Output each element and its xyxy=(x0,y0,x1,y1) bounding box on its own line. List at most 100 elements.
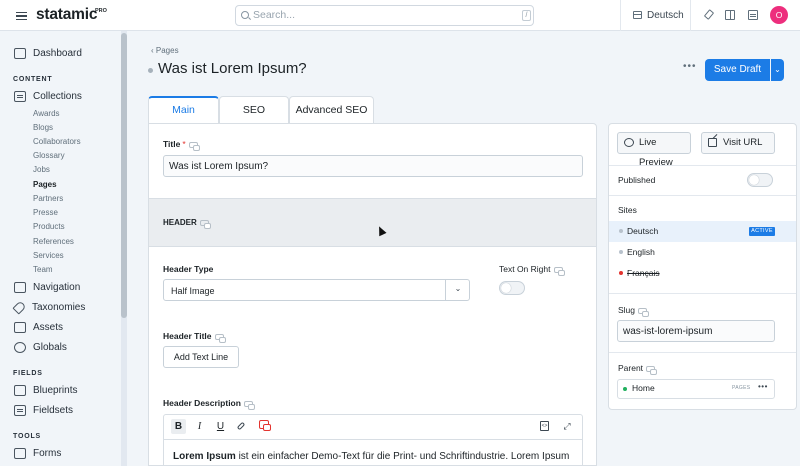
sidebar-subitem-references[interactable]: References xyxy=(33,237,74,246)
sidebar-subitem-jobs[interactable]: Jobs xyxy=(33,165,50,174)
avatar[interactable]: O xyxy=(770,6,788,24)
required-marker: * xyxy=(182,139,186,149)
save-options-button[interactable]: ⌄ xyxy=(771,59,784,81)
sidebar-subitem-team[interactable]: Team xyxy=(33,265,53,274)
slug-label: Slug xyxy=(618,305,650,317)
tag-icon xyxy=(12,299,27,315)
sidebar-subitem-products[interactable]: Products xyxy=(33,222,65,231)
title-input[interactable] xyxy=(163,155,583,177)
external-link-icon xyxy=(708,138,717,147)
sidebar-subitem-services[interactable]: Services xyxy=(33,251,64,260)
header-description-label: Header Description xyxy=(163,398,255,410)
translate-icon xyxy=(188,142,200,151)
visit-url-label: Visit URL xyxy=(723,137,763,148)
expand-icon[interactable]: ⤢ xyxy=(562,421,572,431)
sidebar-subitem-partners[interactable]: Partners xyxy=(33,194,63,203)
tab-advanced-seo[interactable]: Advanced SEO xyxy=(289,96,374,123)
visit-url-button[interactable]: Visit URL xyxy=(701,132,775,154)
header-section-label: HEADER xyxy=(163,218,197,227)
code-icon[interactable]: <> xyxy=(540,421,549,431)
sidebar-item-collections[interactable]: Collections xyxy=(14,89,82,103)
dashboard-icon xyxy=(14,47,26,59)
parent-name: Home xyxy=(632,383,655,393)
active-badge: ACTIVE xyxy=(749,227,775,236)
translate-icon xyxy=(638,308,650,317)
editor-bold-text: Lorem Ipsum xyxy=(173,451,236,462)
docs-book-icon[interactable] xyxy=(725,10,735,20)
translate-icon xyxy=(214,334,226,343)
header-type-value: Half Image xyxy=(171,286,215,296)
underline-button[interactable]: U xyxy=(213,419,228,434)
site-name: English xyxy=(627,247,655,257)
site-row-deutsch[interactable]: Deutsch ACTIVE xyxy=(609,221,796,242)
blueprint-icon xyxy=(14,384,26,396)
editor-text[interactable]: Lorem Ipsum ist ein einfacher Demo-Text … xyxy=(173,451,569,462)
sites-label: Sites xyxy=(618,205,637,215)
site-selector[interactable]: Deutsch xyxy=(647,10,684,21)
parent-more-button[interactable]: ••• xyxy=(758,382,768,391)
site-status-dot xyxy=(619,229,623,233)
text-on-right-toggle[interactable] xyxy=(499,281,525,295)
sidebar-item-label: Navigation xyxy=(33,281,81,293)
sidebar-item-assets[interactable]: Assets xyxy=(14,320,63,334)
site-status-dot xyxy=(619,250,623,254)
menu-toggle-icon[interactable] xyxy=(16,12,27,20)
parent-label-text: Parent xyxy=(618,363,644,373)
sidebar-item-blueprints[interactable]: Blueprints xyxy=(14,383,77,397)
breadcrumb-label: Pages xyxy=(155,46,179,55)
live-preview-button[interactable]: Live Preview xyxy=(617,132,691,168)
sidebar-subitem-presse[interactable]: Presse xyxy=(33,208,58,217)
site-name: Deutsch xyxy=(627,226,659,236)
sidebar-subitem-glossary[interactable]: Glossary xyxy=(33,151,65,160)
translate-icon[interactable] xyxy=(259,420,271,431)
sidebar-item-label: Globals xyxy=(33,341,67,353)
site-icon xyxy=(633,11,642,19)
chevron-down-icon[interactable]: ⌄ xyxy=(445,279,470,301)
title-label-text: Title xyxy=(163,139,181,149)
slug-label-text: Slug xyxy=(618,305,636,315)
site-row-english[interactable]: English xyxy=(609,242,796,263)
tab-seo[interactable]: SEO xyxy=(219,96,289,123)
divider xyxy=(690,0,691,31)
sidebar-subitem-collaborators[interactable]: Collaborators xyxy=(33,137,81,146)
header-title-label: Header Title xyxy=(163,331,226,343)
pin-icon[interactable] xyxy=(702,10,712,20)
sidebar-item-taxonomies[interactable]: Taxonomies xyxy=(12,299,86,315)
page-title: Was ist Lorem Ipsum? xyxy=(158,60,307,77)
tab-main[interactable]: Main xyxy=(148,96,219,124)
sidebar-item-navigation[interactable]: Navigation xyxy=(14,280,80,294)
published-label: Published xyxy=(618,175,656,185)
sidebar-item-forms[interactable]: Forms xyxy=(14,446,61,460)
collections-icon xyxy=(14,90,26,102)
sidebar-item-dashboard[interactable]: Dashboard xyxy=(14,46,82,60)
breadcrumb[interactable]: ‹ Pages xyxy=(151,46,179,55)
sidebar-item-label: Blueprints xyxy=(33,384,78,396)
header-title-text: Header Title xyxy=(163,331,212,341)
sidebar-subitem-blogs[interactable]: Blogs xyxy=(33,123,53,132)
search-shortcut-key: / xyxy=(522,10,531,21)
sidebar-scrollbar-thumb[interactable] xyxy=(121,33,127,318)
globe-icon xyxy=(14,341,26,353)
add-text-line-button[interactable]: Add Text Line xyxy=(163,346,239,368)
text-on-right-text: Text On Right xyxy=(499,264,551,274)
sidebar-item-fieldsets[interactable]: Fieldsets xyxy=(14,403,73,417)
slug-input[interactable] xyxy=(617,320,775,342)
logo[interactable]: statamic xyxy=(36,6,97,24)
parent-status-dot xyxy=(623,387,627,391)
sidebar-subitem-awards[interactable]: Awards xyxy=(33,109,60,118)
site-status-dot xyxy=(619,271,623,275)
sidebar-item-label: Taxonomies xyxy=(32,301,86,313)
site-row-francais[interactable]: Français xyxy=(609,263,796,284)
header-type-label: Header Type xyxy=(163,264,214,274)
sidebar-item-globals[interactable]: Globals xyxy=(14,340,67,354)
navigation-icon xyxy=(14,281,26,293)
more-actions-button[interactable]: ••• xyxy=(683,61,697,72)
published-toggle[interactable] xyxy=(747,173,773,187)
italic-button[interactable]: I xyxy=(192,419,207,434)
save-draft-button[interactable]: Save Draft xyxy=(705,59,770,81)
search-input[interactable] xyxy=(253,9,493,21)
editor-plain-text: ist ein einfacher Demo-Text für die Prin… xyxy=(235,451,570,462)
view-site-icon[interactable] xyxy=(748,10,758,20)
bold-button[interactable]: B xyxy=(171,419,186,434)
sidebar-subitem-pages[interactable]: Pages xyxy=(33,180,57,189)
